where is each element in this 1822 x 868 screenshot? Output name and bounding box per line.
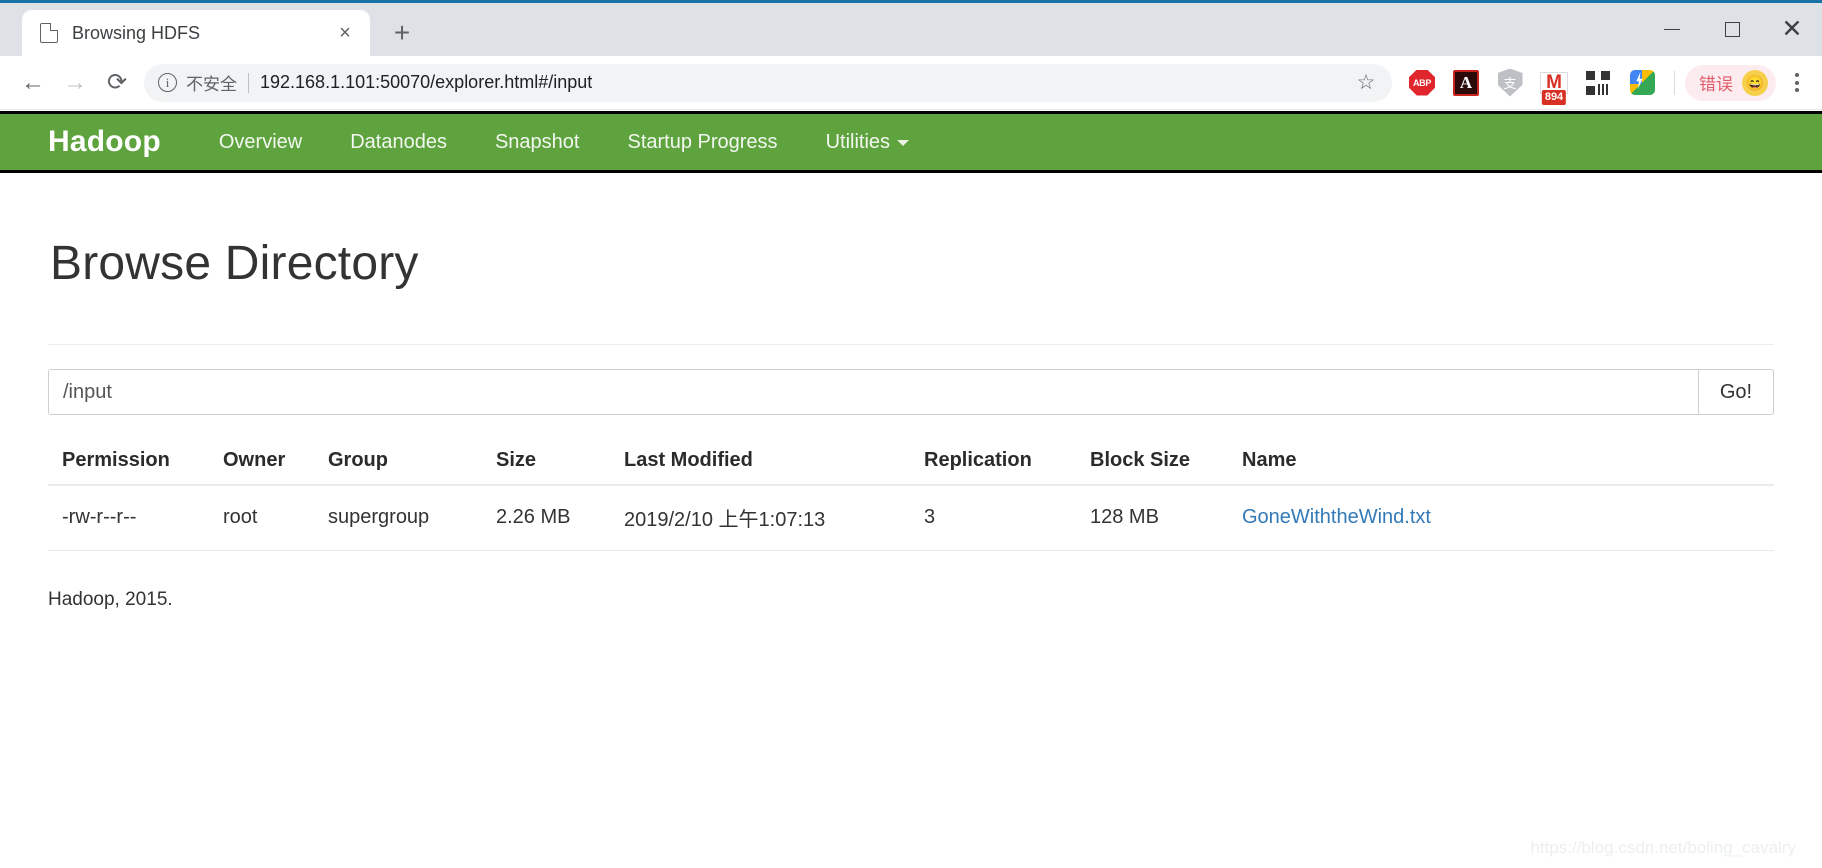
column-header-replication[interactable]: Replication	[924, 439, 1090, 485]
nav-item-snapshot[interactable]: Snapshot	[471, 114, 604, 170]
table-body: -rw-r--r-- root supergroup 2.26 MB 2019/…	[48, 485, 1774, 551]
cell-permission: -rw-r--r--	[48, 485, 223, 551]
url-text: 192.168.1.101:50070/explorer.html#/input	[260, 72, 592, 93]
page-viewport: Hadoop Overview Datanodes Snapshot Start…	[0, 111, 1822, 868]
minimize-button[interactable]	[1642, 3, 1702, 56]
forward-button[interactable]: →	[54, 62, 96, 104]
column-header-group[interactable]: Group	[328, 439, 496, 485]
browser-window: Browsing HDFS × + ✕ ← → ⟳ i 不安全 192.168.…	[0, 0, 1822, 868]
table-head: Permission Owner Group Size Last Modifie…	[48, 439, 1774, 485]
table-header-row: Permission Owner Group Size Last Modifie…	[48, 439, 1774, 485]
column-header-last-modified[interactable]: Last Modified	[624, 439, 924, 485]
nav-item-overview[interactable]: Overview	[195, 114, 326, 170]
watermark: https://blog.csdn.net/boling_cavalry	[1530, 838, 1796, 858]
nav-item-utilities-label: Utilities	[826, 131, 890, 153]
abp-glyph: ABP	[1409, 70, 1435, 96]
cell-owner: root	[223, 485, 328, 551]
cell-last-modified: 2019/2/10 上午1:07:13	[624, 485, 924, 551]
adblock-plus-icon[interactable]: ABP	[1405, 66, 1439, 100]
kebab-dot-1	[1795, 73, 1799, 77]
directory-path-input[interactable]	[48, 369, 1698, 415]
profile-label: 错误	[1699, 70, 1733, 95]
site-info-icon[interactable]: i	[158, 73, 177, 92]
maximize-icon	[1725, 22, 1740, 37]
cell-group: supergroup	[328, 485, 496, 551]
nav-item-datanodes[interactable]: Datanodes	[326, 114, 471, 170]
path-form: Go!	[48, 369, 1774, 415]
gmail-unread-badge: 894	[1542, 90, 1566, 104]
column-header-block-size[interactable]: Block Size	[1090, 439, 1242, 485]
close-window-button[interactable]: ✕	[1762, 3, 1822, 56]
kebab-menu-icon[interactable]	[1782, 64, 1812, 102]
address-bar[interactable]: i 不安全 192.168.1.101:50070/explorer.html#…	[144, 64, 1392, 102]
url-separator	[248, 73, 249, 93]
avatar: 😄	[1742, 70, 1768, 96]
new-tab-button[interactable]: +	[384, 15, 420, 51]
minimize-icon	[1664, 29, 1680, 31]
cell-replication: 3	[924, 485, 1090, 551]
shield-glyph: 支	[1498, 69, 1523, 97]
browser-toolbar: ← → ⟳ i 不安全 192.168.1.101:50070/explorer…	[0, 56, 1822, 110]
go-button[interactable]: Go!	[1698, 369, 1774, 415]
kebab-dot-2	[1795, 81, 1799, 85]
lightning-glyph	[1630, 70, 1655, 95]
nav-item-utilities[interactable]: Utilities	[802, 114, 933, 170]
browser-tab[interactable]: Browsing HDFS ×	[22, 10, 370, 56]
directory-listing-table: Permission Owner Group Size Last Modifie…	[48, 439, 1774, 551]
nav-item-startup-progress[interactable]: Startup Progress	[603, 114, 801, 170]
cell-name: GoneWiththeWind.txt	[1242, 485, 1774, 551]
page-content: Browse Directory Go! Permission Owner Gr…	[0, 236, 1822, 611]
chevron-down-icon	[897, 140, 909, 146]
browser-titlebar: Browsing HDFS × + ✕	[0, 0, 1822, 56]
column-header-size[interactable]: Size	[496, 439, 624, 485]
toolbar-divider	[1674, 71, 1675, 95]
close-icon: ✕	[1782, 17, 1803, 42]
profile-button[interactable]: 错误 😄	[1685, 65, 1776, 101]
maximize-button[interactable]	[1702, 3, 1762, 56]
column-header-name[interactable]: Name	[1242, 439, 1774, 485]
back-button[interactable]: ←	[12, 62, 54, 104]
tab-title: Browsing HDFS	[72, 23, 332, 44]
qr-glyph	[1586, 71, 1610, 95]
window-controls: ✕	[1642, 3, 1822, 56]
adobe-acrobat-icon[interactable]: A	[1449, 66, 1483, 100]
cell-size: 2.26 MB	[496, 485, 624, 551]
alipay-shield-icon[interactable]: 支	[1493, 66, 1527, 100]
acrobat-glyph: A	[1453, 70, 1479, 96]
hadoop-navbar: Hadoop Overview Datanodes Snapshot Start…	[0, 111, 1822, 173]
page-title: Browse Directory	[50, 236, 1774, 291]
bookmark-star-icon[interactable]: ☆	[1350, 70, 1382, 95]
file-link[interactable]: GoneWiththeWind.txt	[1242, 506, 1431, 528]
hadoop-brand[interactable]: Hadoop	[48, 125, 161, 159]
reload-button[interactable]: ⟳	[96, 62, 138, 104]
document-icon	[40, 23, 58, 43]
gmail-icon[interactable]: M 894	[1537, 66, 1571, 100]
title-divider	[48, 344, 1774, 345]
gmail-letter: M	[1546, 73, 1562, 92]
qr-code-icon[interactable]	[1581, 66, 1615, 100]
kebab-dot-3	[1795, 88, 1799, 92]
cell-block-size: 128 MB	[1090, 485, 1242, 551]
360-speed-icon[interactable]	[1625, 66, 1659, 100]
column-header-permission[interactable]: Permission	[48, 439, 223, 485]
security-label: 不安全	[186, 70, 237, 95]
tab-close-icon[interactable]: ×	[332, 20, 358, 46]
page-footer: Hadoop, 2015.	[48, 589, 1774, 611]
column-header-owner[interactable]: Owner	[223, 439, 328, 485]
table-row: -rw-r--r-- root supergroup 2.26 MB 2019/…	[48, 485, 1774, 551]
